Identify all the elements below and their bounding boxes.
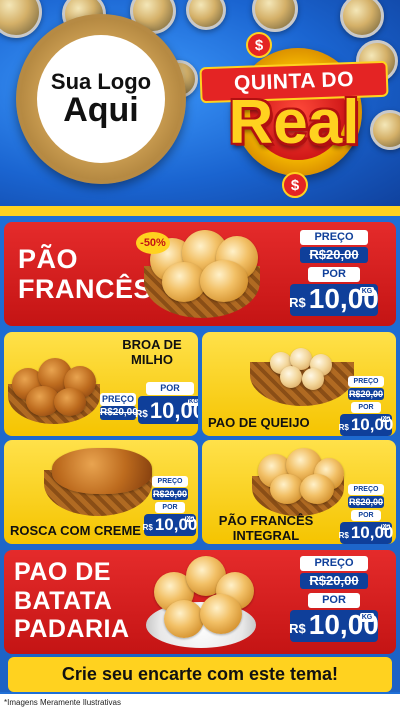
product-title: PAO DE QUEIJO	[208, 415, 310, 430]
dollar-icon: $	[246, 32, 272, 58]
new-price: R$ 10,00 KG	[338, 414, 394, 436]
bread-image	[200, 260, 248, 302]
product-grid: PÃO FRANCÊS -50% PREÇO R$20,00 POR R$ 10…	[0, 216, 400, 692]
old-price: R$20,00	[348, 496, 384, 508]
product-card-pao-frances-integral: PÃO FRANCÊS INTEGRAL PREÇO R$20,00 POR R…	[202, 440, 396, 544]
price-label-por: POR	[308, 267, 360, 282]
product-title: PÃO FRANCÊS	[18, 244, 153, 305]
product-card-broa-de-milho: BROA DE MILHO PREÇO R$20,00 POR R$ 10,00…	[4, 332, 198, 436]
price-label-por: POR	[155, 502, 185, 513]
disclaimer-text: *Imagens Meramente Ilustrativas	[0, 694, 400, 712]
price-label-preco: PREÇO	[348, 376, 384, 387]
quinta-do-real-badge: $ QUINTA DO Real $	[196, 30, 392, 206]
product-card-pao-frances: PÃO FRANCÊS -50% PREÇO R$20,00 POR R$ 10…	[4, 222, 396, 326]
old-price: R$20,00	[100, 406, 138, 420]
price-label-preco: PREÇO	[348, 484, 384, 495]
bread-image	[300, 474, 334, 504]
bread-image	[54, 388, 86, 416]
coin-decoration	[0, 0, 42, 38]
product-title: BROA DE MILHO	[122, 337, 182, 367]
product-card-rosca-com-creme: ROSCA COM CREME PREÇO R$20,00 POR R$ 10,…	[4, 440, 198, 544]
price-tag: PREÇO R$20,00 POR R$ 10,00 KG	[142, 476, 198, 536]
new-price: R$ 10,00 KG	[289, 609, 379, 642]
old-price: R$20,00	[300, 247, 368, 263]
price-label-por: POR	[351, 402, 381, 413]
price-label-por: POR	[308, 593, 360, 608]
header-banner: Sua Logo Aqui $ QUINTA DO Real $	[0, 0, 400, 214]
price-tag: PREÇO R$20,00 POR R$ 10,00 KG	[289, 556, 379, 642]
price-label-preco: PREÇO	[100, 393, 136, 406]
new-price: R$ 10,00 KG	[289, 283, 379, 316]
cta-banner[interactable]: Crie seu encarte com este tema!	[8, 657, 392, 692]
new-price: R$ 10,00 KG	[142, 514, 198, 536]
bread-image	[280, 366, 302, 388]
logo-placeholder: Sua Logo Aqui	[37, 35, 165, 163]
dollar-icon: $	[282, 172, 308, 198]
price-label-preco: PREÇO	[300, 556, 368, 571]
price-label-preco: PREÇO	[300, 230, 368, 245]
coin-decoration	[252, 0, 298, 32]
discount-badge: -50%	[136, 232, 170, 254]
price-tag: PREÇO R$20,00 POR R$ 10,00 KG	[100, 382, 198, 424]
badge-main-text: Real	[228, 88, 360, 157]
bread-image	[52, 448, 152, 494]
price-label-por: POR	[146, 382, 194, 395]
logo-line2: Aqui	[63, 90, 139, 129]
new-price: R$ 10,00 KG	[135, 396, 198, 424]
price-label-preco: PREÇO	[152, 476, 188, 487]
product-card-pao-de-batata: PAO DE BATATA PADARIA PREÇO R$20,00 POR …	[4, 550, 396, 654]
bread-image	[200, 594, 242, 634]
bread-image	[164, 600, 204, 638]
old-price: R$20,00	[348, 388, 384, 400]
coin-decoration	[186, 0, 226, 30]
old-price: R$20,00	[300, 573, 368, 589]
logo-line1: Sua Logo	[50, 68, 152, 94]
product-card-pao-de-queijo: PAO DE QUEIJO PREÇO R$20,00 POR R$ 10,00…	[202, 332, 396, 436]
old-price: R$20,00	[152, 488, 188, 500]
product-title: ROSCA COM CREME	[10, 523, 141, 538]
price-tag: PREÇO R$20,00 POR R$ 10,00 KG	[289, 230, 379, 316]
new-price: R$ 10,00 KG	[338, 522, 394, 544]
header-divider	[0, 206, 400, 216]
product-title: PÃO FRANCÊS INTEGRAL	[218, 513, 314, 543]
bread-image	[270, 474, 304, 504]
price-tag: PREÇO R$20,00 POR R$ 10,00 KG	[338, 484, 394, 544]
price-tag: PREÇO R$20,00 POR R$ 10,00 KG	[338, 376, 394, 436]
bread-image	[302, 368, 324, 390]
product-title: PAO DE BATATA PADARIA	[14, 558, 130, 643]
price-label-por: POR	[351, 510, 381, 521]
